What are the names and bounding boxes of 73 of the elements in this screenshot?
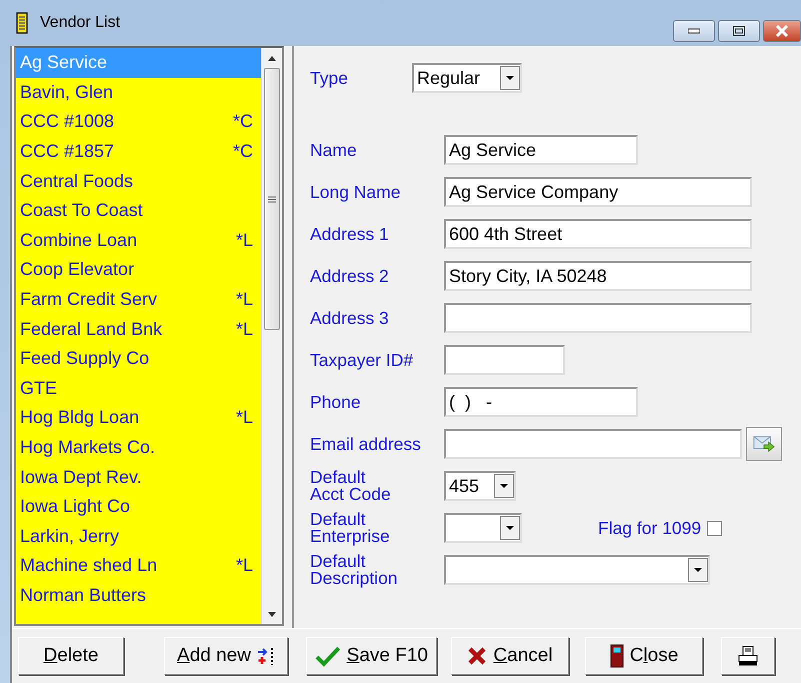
list-item[interactable]: CCC #1008 *C [16, 107, 261, 137]
cancel-button[interactable]: Cancel [451, 637, 569, 675]
text-field[interactable]: 600 4th Street [444, 219, 752, 249]
list-item[interactable]: GTE [16, 374, 261, 404]
list-item[interactable]: Central Foods [16, 166, 261, 196]
dropdown-field[interactable] [444, 555, 710, 585]
text-field[interactable] [444, 303, 752, 333]
add-columns-icon [256, 646, 275, 666]
field-label: Name [310, 142, 358, 158]
list-item[interactable]: Iowa Light Co [16, 492, 261, 522]
text-field[interactable]: Ag Service [444, 135, 638, 165]
field-label: Flag for 1099 [598, 518, 702, 538]
x-icon [467, 646, 488, 666]
list-item[interactable]: Combine Loan *L [16, 226, 261, 256]
save-button[interactable]: Save F10 [306, 637, 437, 675]
dropdown-button[interactable] [688, 558, 708, 582]
field-label: Default Description [310, 553, 399, 587]
delete-button[interactable]: Delete [18, 637, 124, 675]
field-label: Email address [310, 436, 422, 452]
dropdown-field[interactable]: Regular [412, 63, 522, 93]
minimize-icon [688, 28, 700, 34]
field-label: Phone [310, 394, 362, 410]
caret-icon [694, 568, 702, 572]
field-label: Long Name [310, 184, 402, 200]
text-field[interactable]: ( ) - [444, 387, 638, 417]
restore-icon [733, 26, 745, 36]
list-item[interactable]: Machine shed Ln *L [16, 551, 261, 581]
caret-icon [506, 76, 514, 80]
dropdown-button[interactable] [500, 66, 520, 90]
list-item[interactable]: Farm Credit Serv *L [16, 284, 261, 314]
text-field[interactable]: Ag Service Company [444, 177, 752, 207]
print-button[interactable] [721, 637, 775, 675]
field-label: Taxpayer ID# [310, 352, 414, 368]
list-item[interactable]: Hog Bldg Loan *L [16, 403, 261, 433]
field-label: Default Acct Code [310, 469, 392, 503]
caret-icon [506, 526, 514, 530]
send-mail-button[interactable] [746, 427, 782, 461]
printer-icon [737, 645, 759, 667]
close-icon [775, 25, 789, 37]
close-button[interactable] [763, 20, 801, 42]
checkmark-icon [315, 645, 341, 667]
text-field[interactable] [444, 345, 565, 375]
text-field[interactable] [444, 429, 742, 459]
close-button[interactable]: Close [585, 637, 703, 675]
list-item[interactable]: Iowa Dept Rev. [16, 462, 261, 492]
caret-icon [500, 484, 508, 488]
ledger-icon [16, 12, 28, 34]
list-item[interactable]: Larkin, Jerry [16, 522, 261, 552]
text-field[interactable]: Story City, IA 50248 [444, 261, 752, 291]
minimize-button[interactable] [673, 20, 715, 42]
dropdown-button[interactable] [494, 474, 514, 498]
door-icon [610, 644, 624, 668]
add-button[interactable]: Add new [164, 637, 288, 675]
checkbox[interactable] [707, 520, 722, 536]
list-item[interactable]: Bavin, Glen [16, 78, 261, 108]
list-item[interactable]: Coop Elevator [16, 255, 261, 285]
dropdown-field[interactable]: 455 [444, 471, 516, 501]
dropdown-field[interactable] [444, 513, 522, 543]
list-item[interactable]: Hog Markets Co. [16, 432, 261, 462]
maximize-button[interactable] [718, 20, 760, 42]
envelope-arrow-icon [753, 434, 775, 454]
list-item[interactable]: Federal Land Bnk *L [16, 314, 261, 344]
field-label: Default Enterprise [310, 511, 391, 545]
list-item[interactable]: Coast To Coast [16, 196, 261, 226]
dropdown-button[interactable] [500, 516, 520, 540]
field-label: Address 2 [310, 268, 390, 284]
list-item[interactable]: Feed Supply Co [16, 344, 261, 374]
list-item[interactable]: CCC #1857 *C [16, 136, 261, 166]
field-label: Address 1 [310, 226, 390, 242]
scrollbar-thumb[interactable] [264, 68, 280, 330]
list-item[interactable]: Norman Butters [16, 580, 261, 610]
field-label: Address 3 [310, 310, 390, 326]
window-title: Vendor List [40, 14, 120, 32]
